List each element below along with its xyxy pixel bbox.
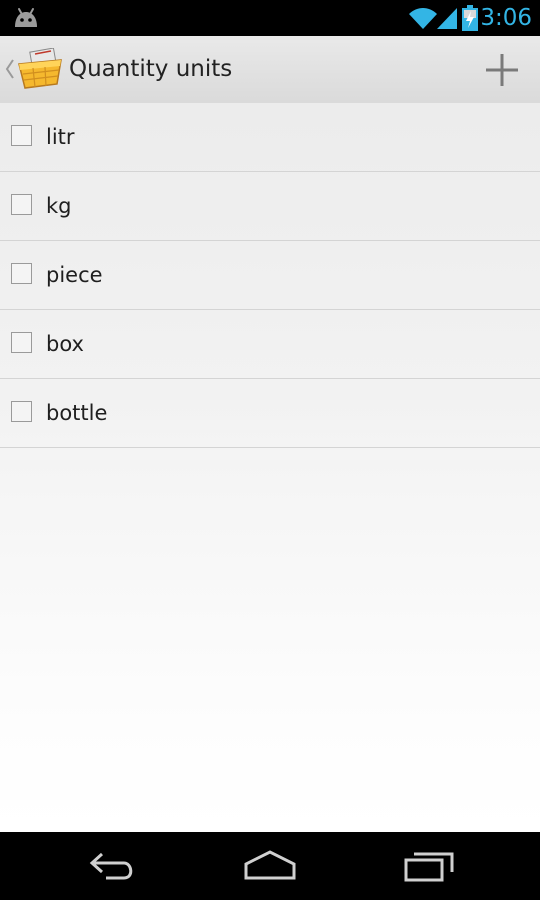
- signal-icon: [437, 8, 457, 29]
- wifi-icon: [409, 8, 437, 29]
- item-label: piece: [46, 263, 103, 287]
- list-item[interactable]: piece: [0, 241, 540, 310]
- list-item[interactable]: kg: [0, 172, 540, 241]
- android-icon: [15, 8, 37, 27]
- item-checkbox[interactable]: [11, 263, 32, 284]
- recent-apps-icon[interactable]: [400, 846, 460, 886]
- item-label: kg: [46, 194, 72, 218]
- up-chevron-icon[interactable]: [5, 58, 15, 80]
- item-checkbox[interactable]: [11, 401, 32, 422]
- home-icon[interactable]: [240, 846, 300, 886]
- item-checkbox[interactable]: [11, 332, 32, 353]
- status-clock: 3:06: [480, 5, 532, 31]
- shopping-basket-icon[interactable]: [17, 48, 65, 90]
- item-checkbox[interactable]: [11, 194, 32, 215]
- action-bar: Quantity units: [0, 36, 540, 104]
- status-bar: 3:06: [0, 0, 540, 36]
- list-item[interactable]: box: [0, 310, 540, 379]
- back-icon[interactable]: [82, 846, 142, 886]
- list-item[interactable]: litr: [0, 103, 540, 172]
- item-checkbox[interactable]: [11, 125, 32, 146]
- units-list: litr kg piece box bottle: [0, 103, 540, 448]
- screen: 3:06 Quantity units litr kg piece box bo…: [0, 0, 540, 900]
- list-item[interactable]: bottle: [0, 379, 540, 448]
- page-title: Quantity units: [69, 56, 233, 82]
- item-label: litr: [46, 125, 75, 149]
- navigation-bar: [0, 832, 540, 900]
- add-button[interactable]: [476, 44, 528, 96]
- item-label: bottle: [46, 401, 108, 425]
- battery-charging-icon: [462, 5, 478, 31]
- item-label: box: [46, 332, 84, 356]
- units-list-container: litr kg piece box bottle: [0, 103, 540, 832]
- plus-icon: [486, 54, 518, 86]
